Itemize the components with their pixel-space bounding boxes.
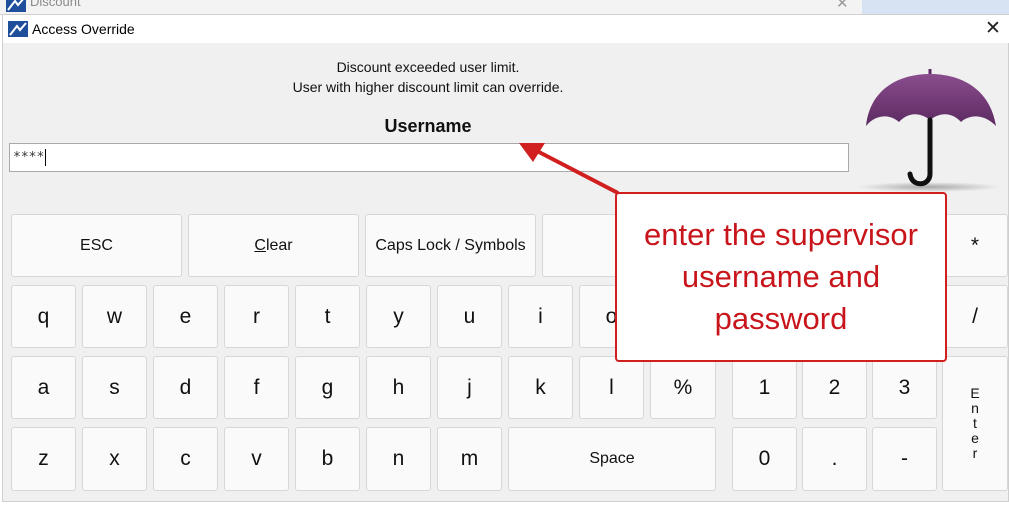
annotation-callout: enter the supervisor username and passwo…	[615, 192, 947, 362]
